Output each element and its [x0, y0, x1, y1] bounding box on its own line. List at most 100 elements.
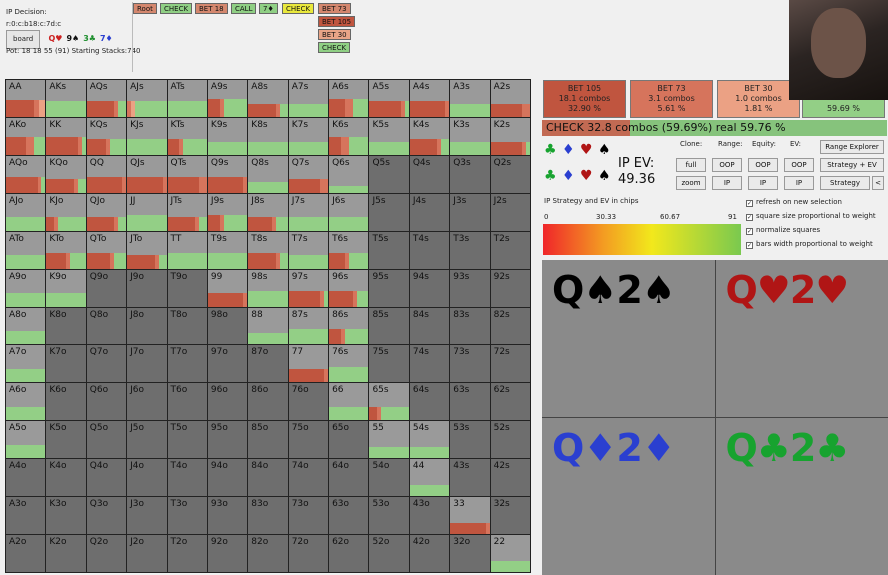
hand-cell[interactable]: 53o — [369, 497, 409, 535]
clone-zoom-button[interactable]: zoom — [676, 176, 706, 190]
ev-oop-button[interactable]: OOP — [784, 158, 814, 172]
hand-cell[interactable]: AQs — [86, 80, 127, 117]
hand-cell[interactable]: 84o — [248, 459, 288, 497]
tree-node-bet-30[interactable]: BET 30 — [318, 29, 351, 40]
hand-cell[interactable]: 73s — [450, 345, 490, 383]
hand-cell[interactable]: KJs — [127, 117, 167, 155]
hand-cell[interactable]: QTo — [86, 231, 127, 269]
hand-cell[interactable]: T5o — [167, 421, 207, 459]
hand-cell[interactable]: J6s — [329, 193, 369, 231]
hand-cell[interactable]: 43o — [409, 497, 450, 535]
hand-cell[interactable]: 54s — [409, 421, 450, 459]
hand-cell[interactable]: T3o — [167, 497, 207, 535]
hand-cell[interactable]: K9o — [46, 269, 86, 307]
ev-ip-button[interactable]: IP — [784, 176, 814, 190]
hand-cell[interactable]: 96s — [329, 269, 369, 307]
hand-cell[interactable]: QJs — [127, 155, 167, 193]
hand-cell[interactable]: T4s — [409, 231, 450, 269]
hand-cell[interactable]: 74s — [409, 345, 450, 383]
hand-cell[interactable]: J9o — [127, 269, 167, 307]
hand-cell[interactable]: J9s — [207, 193, 248, 231]
hand-cell[interactable]: Q9o — [86, 269, 127, 307]
hand-cell[interactable]: 42o — [409, 535, 450, 572]
hand-cell[interactable]: Q6o — [86, 383, 127, 421]
combo-cell[interactable]: Q♦2♦ — [542, 418, 715, 575]
tree-node-7-[interactable]: 7♦ — [259, 3, 278, 14]
option-checkbox[interactable]: ✓ square size proportional to weight — [746, 212, 876, 221]
action-summary-box[interactable]: BET 73 3.1 combos 5.61 % — [630, 80, 713, 118]
hand-cell[interactable]: AKo — [6, 117, 46, 155]
hand-cell[interactable]: 65o — [329, 421, 369, 459]
hand-cell[interactable]: T6o — [167, 383, 207, 421]
hand-cell[interactable]: J5o — [127, 421, 167, 459]
hand-cell[interactable]: JTs — [167, 193, 207, 231]
hand-cell[interactable]: J8s — [248, 193, 288, 231]
hand-cell[interactable]: A6o — [6, 383, 46, 421]
hand-cell[interactable]: 97o — [207, 345, 248, 383]
hand-cell[interactable]: K8s — [248, 117, 288, 155]
hand-cell[interactable]: QQ — [86, 155, 127, 193]
hand-cell[interactable]: ATo — [6, 231, 46, 269]
hand-cell[interactable]: A3o — [6, 497, 46, 535]
hand-cell[interactable]: KK — [46, 117, 86, 155]
hand-cell[interactable]: Q5o — [86, 421, 127, 459]
combo-cell[interactable]: Q♥2♥ — [715, 260, 888, 417]
hand-cell[interactable]: K7o — [46, 345, 86, 383]
hand-cell[interactable]: 82o — [248, 535, 288, 572]
spade-filter-icon[interactable]: ♠ — [598, 142, 611, 158]
hand-cell[interactable]: A2o — [6, 535, 46, 572]
action-summary-box[interactable]: BET 30 1.0 combos 1.81 % — [717, 80, 800, 118]
hand-cell[interactable]: 22 — [490, 535, 530, 572]
hand-cell[interactable]: Q7o — [86, 345, 127, 383]
hand-cell[interactable]: K7s — [288, 117, 329, 155]
clone-full-button[interactable]: full — [676, 158, 706, 172]
hand-cell[interactable]: Q8s — [248, 155, 288, 193]
range-explorer-button[interactable]: Range Explorer — [820, 140, 884, 154]
tree-node-check[interactable]: CHECK — [318, 42, 351, 53]
hand-cell[interactable]: 94o — [207, 459, 248, 497]
hand-cell[interactable]: 83o — [248, 497, 288, 535]
club-filter-icon-2[interactable]: ♣ — [544, 168, 557, 184]
hand-cell[interactable]: T4o — [167, 459, 207, 497]
hand-cell[interactable]: T8s — [248, 231, 288, 269]
hand-cell[interactable]: K9s — [207, 117, 248, 155]
hand-cell[interactable]: 64s — [409, 383, 450, 421]
hand-cell[interactable]: A5o — [6, 421, 46, 459]
spade-filter-icon-2[interactable]: ♠ — [598, 168, 611, 184]
hand-cell[interactable]: 32o — [450, 535, 490, 572]
hand-cell[interactable]: 66 — [329, 383, 369, 421]
hand-cell[interactable]: A6s — [329, 80, 369, 117]
tree-node-check[interactable]: CHECK — [160, 3, 193, 14]
hand-cell[interactable]: J7o — [127, 345, 167, 383]
hand-cell[interactable]: 98s — [248, 269, 288, 307]
hand-cell[interactable]: A7s — [288, 80, 329, 117]
hand-cell[interactable]: T6s — [329, 231, 369, 269]
tree-node-check[interactable]: CHECK — [282, 3, 315, 14]
hand-cell[interactable]: A8s — [248, 80, 288, 117]
hand-cell[interactable]: 73o — [288, 497, 329, 535]
tree-node-root[interactable]: Root — [133, 3, 157, 14]
hand-cell[interactable]: JTo — [127, 231, 167, 269]
tree-node-call[interactable]: CALL — [231, 3, 257, 14]
strategy-button[interactable]: Strategy — [820, 176, 870, 190]
hand-cell[interactable]: K5s — [369, 117, 409, 155]
hand-cell[interactable]: JJ — [127, 193, 167, 231]
hand-cell[interactable]: 83s — [450, 307, 490, 345]
hand-cell[interactable]: 84s — [409, 307, 450, 345]
hand-cell[interactable]: 44 — [409, 459, 450, 497]
checkbox-icon[interactable]: ✓ — [746, 200, 753, 207]
hand-cell[interactable]: J4o — [127, 459, 167, 497]
hand-cell[interactable]: ATs — [167, 80, 207, 117]
hand-cell[interactable]: T2s — [490, 231, 530, 269]
hand-cell[interactable]: Q3o — [86, 497, 127, 535]
combo-cell[interactable]: Q♠2♠ — [542, 260, 715, 417]
hand-cell[interactable]: 74o — [288, 459, 329, 497]
hand-cell[interactable]: Q8o — [86, 307, 127, 345]
hand-cell[interactable]: 86s — [329, 307, 369, 345]
range-oop-button[interactable]: OOP — [712, 158, 742, 172]
hand-cell[interactable]: TT — [167, 231, 207, 269]
option-checkbox[interactable]: ✓ bars width proportional to weight — [746, 240, 873, 249]
hand-cell[interactable]: T7o — [167, 345, 207, 383]
club-filter-icon[interactable]: ♣ — [544, 142, 557, 158]
hand-cell[interactable]: 63s — [450, 383, 490, 421]
